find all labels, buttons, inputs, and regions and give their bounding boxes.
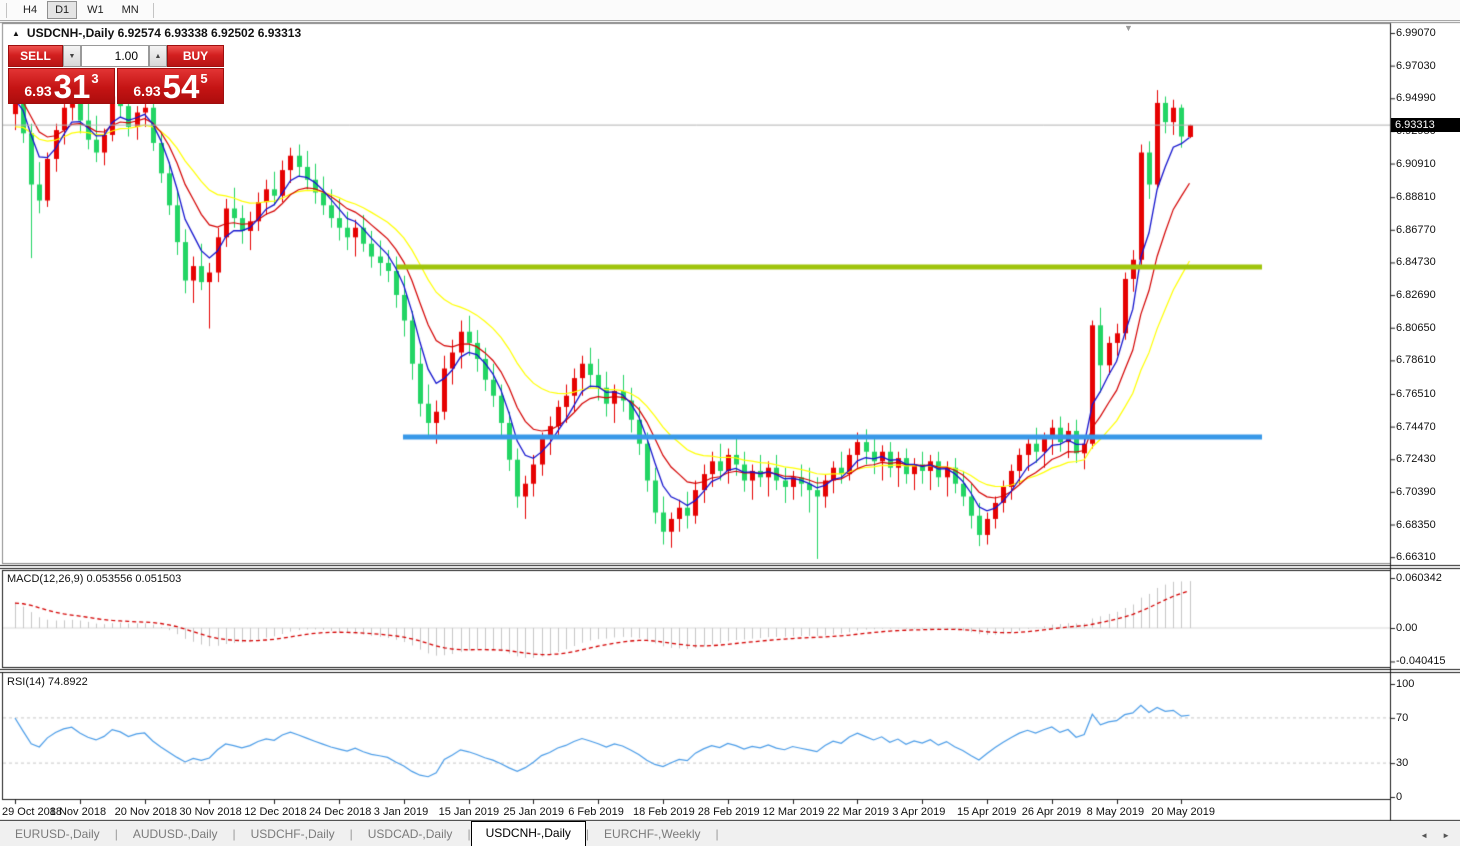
date-axis-label: 15 Apr 2019 <box>957 806 1017 818</box>
date-axis-label: 18 Feb 2019 <box>633 806 695 818</box>
macd-axis-label: 0.060342 <box>1396 572 1442 585</box>
rsi-axis-label: 70 <box>1396 711 1409 724</box>
price-axis-label: 6.86770 <box>1396 223 1436 236</box>
tab-usdcnh-daily[interactable]: USDCNH-,Daily <box>470 821 586 846</box>
date-axis-label: 3 Jan 2019 <box>373 806 429 818</box>
date-axis-label: 12 Dec 2018 <box>244 806 307 818</box>
ask-price-big: 54 <box>162 67 200 105</box>
date-axis-label: 8 May 2019 <box>1086 806 1145 818</box>
tab-scroll-arrows: ◄ ► <box>1420 831 1450 840</box>
date-axis-label: 24 Dec 2018 <box>309 806 372 818</box>
price-chart-canvas[interactable] <box>0 0 1460 846</box>
bid-price-tile[interactable]: 6.93 31 3 <box>8 68 115 104</box>
price-axis-label: 6.97030 <box>1396 59 1436 72</box>
tab-usdcad-daily[interactable]: USDCAD-,Daily <box>353 823 468 846</box>
price-axis-label: 6.68350 <box>1396 518 1436 531</box>
date-axis-label: 8 Nov 2018 <box>49 806 107 818</box>
bid-price-sup: 3 <box>91 71 99 86</box>
timeframe-mn[interactable]: MN <box>114 1 147 19</box>
chart-tab-bar: EURUSD-,Daily | AUDUSD-,Daily | USDCHF-,Dail… <box>0 821 1460 846</box>
one-click-trade-widget: SELL ▼ ▲ BUY 6.93 31 3 6.93 54 5 <box>8 45 224 104</box>
mt4-window: H4 D1 W1 MN ▲ USDCNH-,Daily 6.92574 6.93338… <box>0 0 1460 846</box>
price-axis-label: 6.78610 <box>1396 354 1436 367</box>
timeframe-toolbar: H4 D1 W1 MN <box>0 0 1460 21</box>
current-price-tag: 6.93313 <box>1391 118 1460 132</box>
ask-price-sup: 5 <box>200 71 208 86</box>
price-axis-label: 6.90910 <box>1396 157 1436 170</box>
ask-price-tile[interactable]: 6.93 54 5 <box>117 68 224 104</box>
date-axis-label: 20 May 2019 <box>1151 806 1215 818</box>
price-axis-label: 6.72430 <box>1396 453 1436 466</box>
date-axis-label: 25 Jan 2019 <box>503 806 564 818</box>
volume-input[interactable] <box>81 45 149 67</box>
price-axis-label: 6.74470 <box>1396 420 1436 433</box>
sell-button[interactable]: SELL <box>8 45 63 67</box>
date-axis-label: 30 Nov 2018 <box>179 806 242 818</box>
price-axis-label: 6.76510 <box>1396 387 1436 400</box>
timeframe-w1[interactable]: W1 <box>79 1 112 19</box>
date-axis-label: 22 Mar 2019 <box>827 806 890 818</box>
date-axis-label: 6 Feb 2019 <box>568 806 624 818</box>
price-axis-label: 6.94990 <box>1396 92 1436 105</box>
volume-decrease-button[interactable]: ▼ <box>63 45 81 67</box>
date-axis-label: 3 Apr 2019 <box>892 806 946 818</box>
macd-axis-label: -0.040415 <box>1396 655 1446 668</box>
rsi-axis-label: 0 <box>1396 791 1403 803</box>
price-axis-label: 6.88810 <box>1396 191 1436 204</box>
buy-button[interactable]: BUY <box>167 45 224 67</box>
date-axis-label: 26 Apr 2019 <box>1021 806 1082 818</box>
tab-eurchf-weekly[interactable]: EURCHF-,Weekly <box>589 823 715 846</box>
macd-axis-label: 0.00 <box>1396 622 1418 634</box>
rsi-axis-label: 100 <box>1396 678 1415 690</box>
volume-increase-button[interactable]: ▲ <box>149 45 167 67</box>
tab-audusd-daily[interactable]: AUDUSD-,Daily <box>118 823 233 846</box>
tab-scroll-left-icon[interactable]: ◄ <box>1420 831 1428 840</box>
bid-price-big: 31 <box>53 67 91 105</box>
rsi-indicator-label: RSI(14) 74.8922 <box>7 676 88 688</box>
timeframe-d1[interactable]: D1 <box>47 1 78 19</box>
price-axis-label: 6.99070 <box>1396 27 1436 39</box>
tab-usdchf-daily[interactable]: USDCHF-,Daily <box>236 823 350 846</box>
macd-indicator-label: MACD(12,26,9) 0.053556 0.051503 <box>7 573 182 585</box>
timeframe-buttons: H4 D1 W1 MN <box>13 1 147 19</box>
tab-eurusd-daily[interactable]: EURUSD-,Daily <box>0 823 115 846</box>
chart-shift-marker-icon[interactable]: ▼ <box>1124 23 1133 33</box>
ask-price-prefix: 6.93 <box>133 82 161 99</box>
collapse-chart-icon[interactable]: ▲ <box>12 29 20 38</box>
price-axis-label: 6.84730 <box>1396 256 1436 269</box>
date-axis-label: 28 Feb 2019 <box>697 806 760 818</box>
date-axis-label: 15 Jan 2019 <box>438 806 500 818</box>
bid-price-prefix: 6.93 <box>24 82 52 99</box>
chart-tabs: EURUSD-,Daily | AUDUSD-,Daily | USDCHF-,Dail… <box>0 821 719 846</box>
timeframe-h4[interactable]: H4 <box>15 1 45 19</box>
tab-separator: | <box>715 827 719 841</box>
chart-title: USDCNH-,Daily 6.92574 6.93338 6.92502 6.… <box>26 26 302 40</box>
price-axis-label: 6.82690 <box>1396 289 1436 302</box>
date-axis-label: 12 Mar 2019 <box>762 806 825 818</box>
price-axis-label: 6.70390 <box>1396 485 1436 498</box>
chart-header: ▲ USDCNH-,Daily 6.92574 6.93338 6.92502 … <box>12 26 301 40</box>
rsi-axis-label: 30 <box>1396 757 1409 770</box>
toolbar-separator <box>6 2 7 18</box>
price-axis-label: 6.66310 <box>1396 551 1436 564</box>
tab-scroll-right-icon[interactable]: ► <box>1442 831 1450 840</box>
date-axis-label: 20 Nov 2018 <box>114 806 177 818</box>
toolbar-separator <box>152 2 154 18</box>
price-axis-label: 6.80650 <box>1396 321 1436 334</box>
